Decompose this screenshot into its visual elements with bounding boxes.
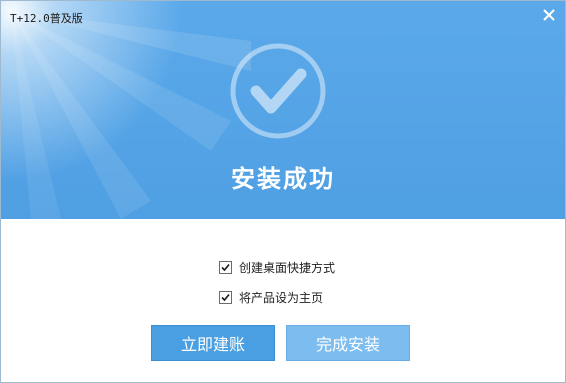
window-title: T+12.0普及版 <box>10 12 83 25</box>
checkbox-checked-icon[interactable] <box>219 290 232 304</box>
close-icon[interactable] <box>541 7 557 23</box>
create-desktop-shortcut-label: 创建桌面快捷方式 <box>239 260 336 275</box>
success-check-icon <box>229 42 327 140</box>
install-success-heading: 安装成功 <box>231 165 335 193</box>
set-homepage-label: 将产品设为主页 <box>239 290 324 305</box>
checkbox-checked-icon[interactable] <box>219 260 232 274</box>
set-homepage-checkbox[interactable]: 将产品设为主页 <box>219 288 323 306</box>
create-account-button[interactable]: 立即建账 <box>151 325 275 361</box>
finish-install-button[interactable]: 完成安装 <box>286 325 410 361</box>
create-desktop-shortcut-checkbox[interactable]: 创建桌面快捷方式 <box>219 258 335 276</box>
success-banner: T+12.0普及版 安装成功 <box>1 1 565 219</box>
installer-window: T+12.0普及版 安装成功 创建桌面快捷方式 将产品设为主页 立即建账 完成安… <box>0 0 566 383</box>
